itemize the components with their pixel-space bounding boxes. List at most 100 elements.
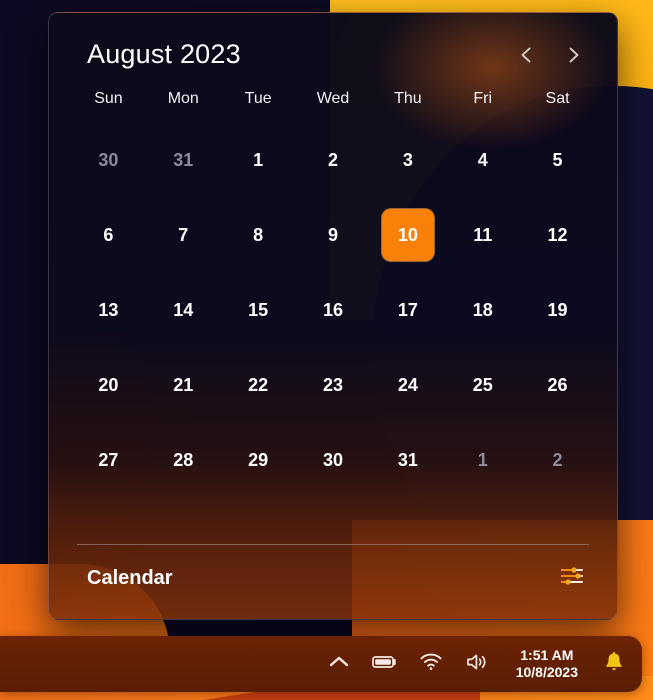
calendar-day-cell[interactable]: 5	[520, 122, 595, 197]
calendar-footer-label: Calendar	[87, 566, 173, 589]
calendar-day-number: 23	[322, 374, 343, 395]
calendar-day-cell[interactable]: 22	[221, 347, 296, 422]
calendar-day-number: 15	[248, 299, 269, 320]
calendar-day-cell[interactable]: 18	[445, 272, 520, 347]
calendar-day-number: 2	[327, 149, 338, 170]
taskbar: 1:51 AM 10/8/2023	[0, 636, 642, 692]
calendar-day-number: 31	[173, 149, 194, 170]
weekday-label-tue: Tue	[244, 90, 272, 107]
calendar-day-selected: 10	[381, 208, 434, 261]
calendar-day-number: 29	[248, 449, 269, 470]
wifi-button[interactable]	[418, 651, 444, 677]
notifications-button[interactable]	[600, 650, 628, 678]
calendar-day-cell[interactable]: 23	[296, 347, 371, 422]
calendar-day-number: 28	[173, 449, 194, 470]
weekday-label-wed: Wed	[316, 90, 350, 107]
calendar-day-cell[interactable]: 27	[71, 422, 146, 497]
calendar-day-number: 17	[397, 299, 418, 320]
calendar-day-cell[interactable]: 12	[520, 197, 595, 272]
calendar-day-number: 18	[472, 299, 493, 320]
chevron-up-icon	[328, 653, 350, 676]
calendar-day-cell[interactable]: 28	[146, 422, 221, 497]
calendar-day-cell[interactable]: 7	[146, 197, 221, 272]
calendar-day-number: 1	[253, 149, 264, 170]
calendar-day-cell[interactable]: 2	[296, 122, 371, 197]
calendar-day-number: 11	[473, 224, 493, 245]
calendar-day-number: 3	[402, 149, 413, 170]
calendar-day-cell[interactable]: 16	[296, 272, 371, 347]
calendar-day-number: 1	[477, 449, 488, 470]
bell-icon	[603, 651, 625, 678]
calendar-day-number: 30	[322, 449, 343, 470]
calendar-day-number: 9	[327, 224, 338, 245]
calendar-day-cell[interactable]: 30	[296, 422, 371, 497]
clock-date: 10/8/2023	[515, 664, 578, 680]
calendar-day-cell[interactable]: 14	[146, 272, 221, 347]
calendar-day-number: 21	[173, 374, 194, 395]
wifi-icon	[419, 653, 443, 676]
calendar-month-title[interactable]: August 2023	[87, 39, 241, 70]
calendar-day-number: 16	[322, 299, 343, 320]
calendar-day-cell[interactable]: 2	[520, 422, 595, 497]
calendar-day-cell[interactable]: 20	[71, 347, 146, 422]
calendar-day-number: 20	[98, 374, 119, 395]
next-month-button[interactable]	[561, 42, 587, 68]
chevron-right-icon	[566, 45, 582, 65]
volume-button[interactable]	[464, 651, 490, 677]
calendar-day-cell[interactable]: 10	[370, 197, 445, 272]
show-hidden-icons-button[interactable]	[326, 651, 352, 677]
calendar-day-cell[interactable]: 24	[370, 347, 445, 422]
calendar-day-cell[interactable]: 6	[71, 197, 146, 272]
weekday-label-sat: Sat	[545, 90, 570, 107]
chevron-left-icon	[518, 45, 534, 65]
calendar-day-number: 14	[173, 299, 194, 320]
weekday-label-thu: Thu	[394, 90, 422, 107]
calendar-day-cell[interactable]: 1	[221, 122, 296, 197]
previous-month-button[interactable]	[513, 42, 539, 68]
calendar-day-number: 7	[178, 224, 189, 245]
calendar-day-cell[interactable]: 9	[296, 197, 371, 272]
calendar-day-cell[interactable]: 25	[445, 347, 520, 422]
calendar-day-cell[interactable]: 21	[146, 347, 221, 422]
calendar-day-cell[interactable]: 4	[445, 122, 520, 197]
calendar-day-cell[interactable]: 3	[370, 122, 445, 197]
battery-button[interactable]	[371, 651, 398, 677]
calendar-flyout-panel: August 2023 Sun Mon Tue Wed Thu Fri Sat 30 31 1 2…	[48, 12, 618, 620]
calendar-weekday-header: Sun Mon Tue Wed Thu Fri Sat	[49, 74, 617, 108]
volume-icon	[465, 652, 489, 677]
calendar-day-number: 31	[397, 449, 418, 470]
calendar-footer: Calendar	[71, 545, 595, 619]
calendar-day-number: 24	[397, 374, 418, 395]
taskbar-clock[interactable]: 1:51 AM 10/8/2023	[516, 647, 578, 680]
calendar-day-number: 30	[98, 149, 119, 170]
calendar-day-number: 8	[253, 224, 264, 245]
battery-icon	[371, 654, 398, 675]
calendar-day-cell[interactable]: 31	[146, 122, 221, 197]
weekday-label-sun: Sun	[94, 90, 123, 107]
calendar-day-cell[interactable]: 8	[221, 197, 296, 272]
calendar-day-cell[interactable]: 29	[221, 422, 296, 497]
calendar-day-number: 19	[547, 299, 568, 320]
system-tray: 1:51 AM 10/8/2023	[326, 647, 628, 680]
sliders-icon	[560, 565, 584, 592]
calendar-footer-wrap: Calendar	[49, 544, 617, 619]
weekday-label-mon: Mon	[167, 90, 199, 107]
calendar-day-cell[interactable]: 31	[370, 422, 445, 497]
calendar-day-cell[interactable]: 30	[71, 122, 146, 197]
calendar-day-cell[interactable]: 17	[370, 272, 445, 347]
calendar-day-cell[interactable]: 19	[520, 272, 595, 347]
calendar-day-number: 13	[98, 299, 119, 320]
calendar-day-cell[interactable]: 13	[71, 272, 146, 347]
calendar-day-number: 22	[248, 374, 269, 395]
calendar-day-cell[interactable]: 11	[445, 197, 520, 272]
calendar-day-cell[interactable]: 26	[520, 347, 595, 422]
calendar-day-cell[interactable]: 1	[445, 422, 520, 497]
calendar-day-number: 2	[552, 449, 563, 470]
calendar-day-cell[interactable]: 15	[221, 272, 296, 347]
calendar-day-number: 6	[103, 224, 114, 245]
calendar-day-number: 25	[472, 374, 493, 395]
calendar-nav-group	[513, 42, 587, 68]
calendar-settings-button[interactable]	[557, 563, 587, 593]
calendar-header: August 2023	[49, 13, 617, 74]
calendar-day-number: 5	[552, 149, 563, 170]
